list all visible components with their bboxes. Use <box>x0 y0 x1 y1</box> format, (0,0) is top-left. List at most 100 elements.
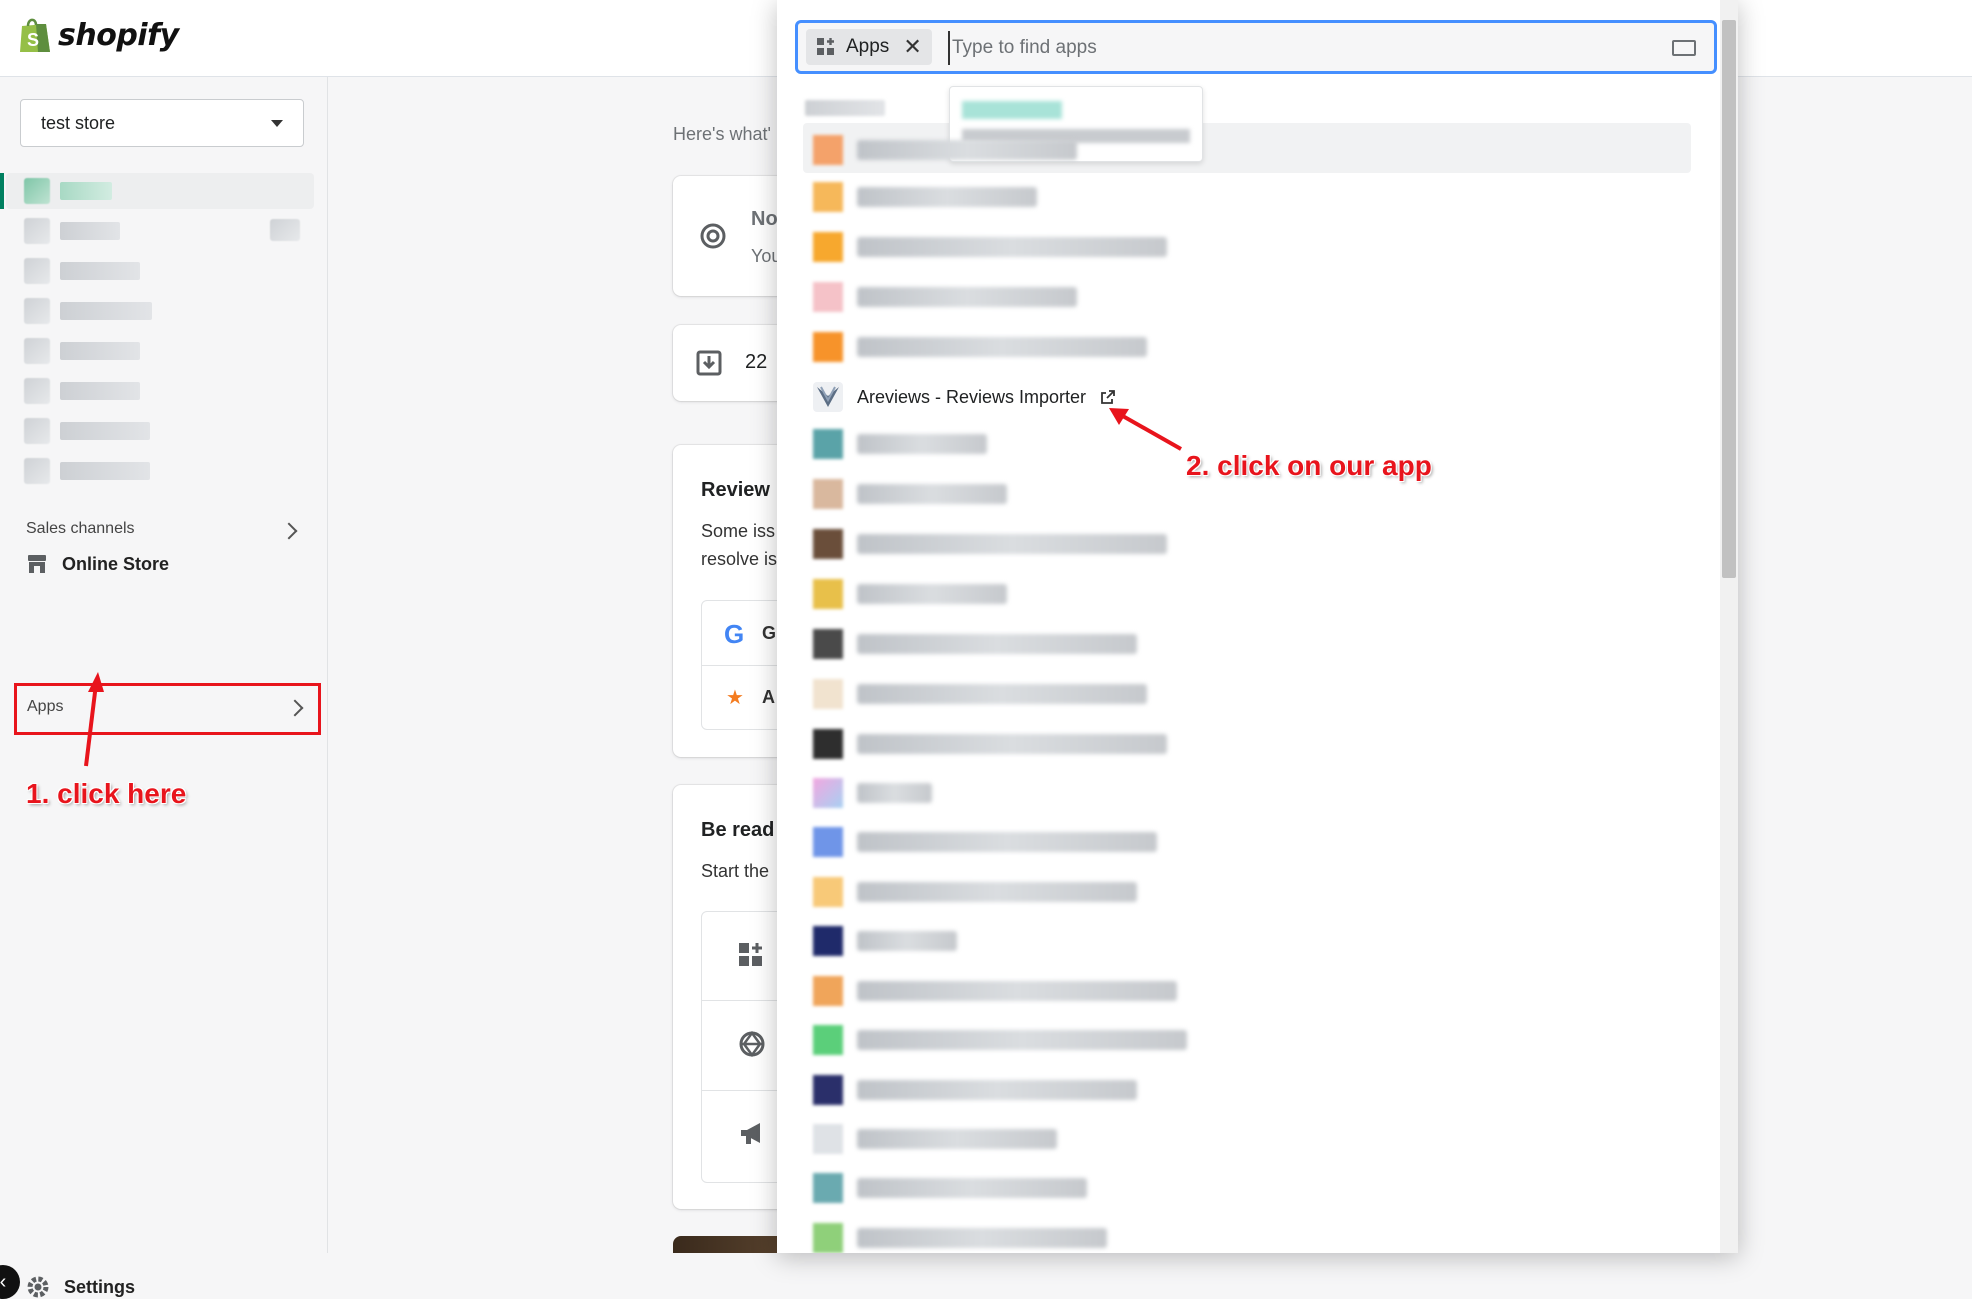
sidebar-item-label <box>60 222 120 240</box>
app-name-blurred <box>857 140 1077 160</box>
review-item-a[interactable]: A <box>762 687 775 708</box>
app-icon <box>813 778 843 808</box>
apps-filter-chip[interactable]: Apps ✕ <box>806 29 932 65</box>
sidebar-item-products[interactable] <box>24 258 140 284</box>
app-name-blurred <box>857 1228 1107 1248</box>
list-item[interactable] <box>813 1074 1137 1106</box>
annotation-step-2: 2. click on our app <box>1186 450 1432 481</box>
app-icon <box>813 429 843 459</box>
list-item-areviews[interactable]: Areviews - Reviews Importer <box>813 382 1116 412</box>
keyboard-icon <box>1672 40 1696 56</box>
app-name-blurred <box>857 684 1147 704</box>
apps-label: Apps <box>27 698 64 715</box>
scrollbar-thumb[interactable] <box>1722 20 1736 578</box>
app-name-blurred <box>857 1080 1137 1100</box>
app-search-panel: Apps ✕ Areviews - Reviews Importer <box>777 0 1738 1253</box>
sidebar-item-analytics[interactable] <box>24 338 140 364</box>
list-item[interactable] <box>813 181 1037 213</box>
app-name-blurred <box>857 734 1167 754</box>
app-icon <box>813 877 843 907</box>
list-item[interactable] <box>813 478 1007 510</box>
annotation-arrow-1 <box>84 672 104 767</box>
close-icon[interactable]: ‹ <box>0 1265 20 1299</box>
list-item[interactable] <box>813 1024 1187 1056</box>
caret-down-icon <box>271 119 283 127</box>
sidebar-item-settings[interactable]: Settings <box>26 1275 135 1299</box>
list-item[interactable] <box>813 231 1167 263</box>
card-title: No <box>751 208 778 230</box>
app-icon <box>813 282 843 312</box>
home-icon <box>24 178 50 204</box>
app-icon <box>813 1124 843 1154</box>
sidebar-item-online-store[interactable]: Online Store <box>26 553 169 575</box>
app-icon <box>813 529 843 559</box>
review-text-line1: Some iss <box>701 521 776 541</box>
app-name-blurred <box>857 187 1037 207</box>
list-item[interactable] <box>813 678 1147 710</box>
sidebar-item-customers[interactable] <box>24 298 152 324</box>
sales-channels-label: Sales channels <box>26 520 135 537</box>
list-item[interactable] <box>813 777 932 809</box>
app-name-blurred <box>857 534 1167 554</box>
app-icon <box>813 1025 843 1055</box>
app-name-blurred <box>857 434 987 454</box>
list-item[interactable] <box>813 975 1177 1007</box>
app-icon <box>813 579 843 609</box>
list-item[interactable] <box>813 628 1137 660</box>
app-icon <box>813 182 843 212</box>
app-name-blurred <box>857 1129 1057 1149</box>
list-item[interactable] <box>813 578 1007 610</box>
list-item[interactable] <box>813 1222 1107 1253</box>
sidebar-item-orders[interactable] <box>24 218 120 244</box>
list-item[interactable] <box>813 134 1077 166</box>
sidebar-item-label <box>60 382 140 400</box>
sidebar-item-home[interactable] <box>24 178 112 204</box>
chevron-right-icon[interactable] <box>280 522 298 540</box>
google-icon: G <box>724 619 745 649</box>
search-bar[interactable]: Apps ✕ <box>795 20 1717 74</box>
svg-text:S: S <box>27 30 39 50</box>
list-item[interactable] <box>813 728 1167 760</box>
search-input[interactable] <box>948 31 1634 65</box>
ready-text: Start the <box>701 861 770 881</box>
app-name-blurred <box>857 237 1167 257</box>
app-name-blurred <box>857 832 1157 852</box>
app-icon <box>813 976 843 1006</box>
online-store-label: Online Store <box>62 553 170 574</box>
sidebar-item-label <box>60 422 150 440</box>
apps-grid-icon <box>739 943 762 966</box>
list-item[interactable] <box>813 925 957 957</box>
list-item[interactable] <box>813 281 1077 313</box>
sidebar-item-label <box>60 462 150 480</box>
app-name-blurred <box>857 981 1177 1001</box>
list-item[interactable] <box>813 826 1157 858</box>
sidebar-item-marketing[interactable] <box>24 378 140 404</box>
apps-grid-icon <box>817 38 834 55</box>
list-item[interactable] <box>813 1172 1087 1204</box>
list-item[interactable] <box>813 876 1137 908</box>
app-name-blurred <box>857 287 1077 307</box>
app-icon <box>813 232 843 262</box>
sidebar-item-apps-blurred[interactable] <box>24 458 150 484</box>
sidebar-item-label <box>60 182 112 200</box>
app-name-blurred <box>857 783 932 803</box>
app-icon <box>813 629 843 659</box>
review-title: Review <box>701 479 770 501</box>
app-name-blurred <box>857 1178 1087 1198</box>
store-selector[interactable]: test store <box>20 99 304 147</box>
storefront-icon <box>28 555 46 573</box>
close-icon[interactable]: ✕ <box>903 34 921 60</box>
app-icon <box>813 926 843 956</box>
list-item[interactable] <box>813 331 1147 363</box>
review-item-g[interactable]: G <box>762 623 776 644</box>
shopify-logo[interactable]: S shopify <box>18 16 179 54</box>
marketing-icon <box>24 378 50 404</box>
review-text-line2: resolve is <box>701 549 778 569</box>
list-item[interactable] <box>813 428 987 460</box>
list-item[interactable] <box>813 528 1167 560</box>
customers-icon <box>24 298 50 324</box>
megaphone-icon <box>741 1123 760 1144</box>
sidebar-item-discounts[interactable] <box>24 418 150 444</box>
list-item[interactable] <box>813 1123 1057 1155</box>
app-icon <box>813 729 843 759</box>
